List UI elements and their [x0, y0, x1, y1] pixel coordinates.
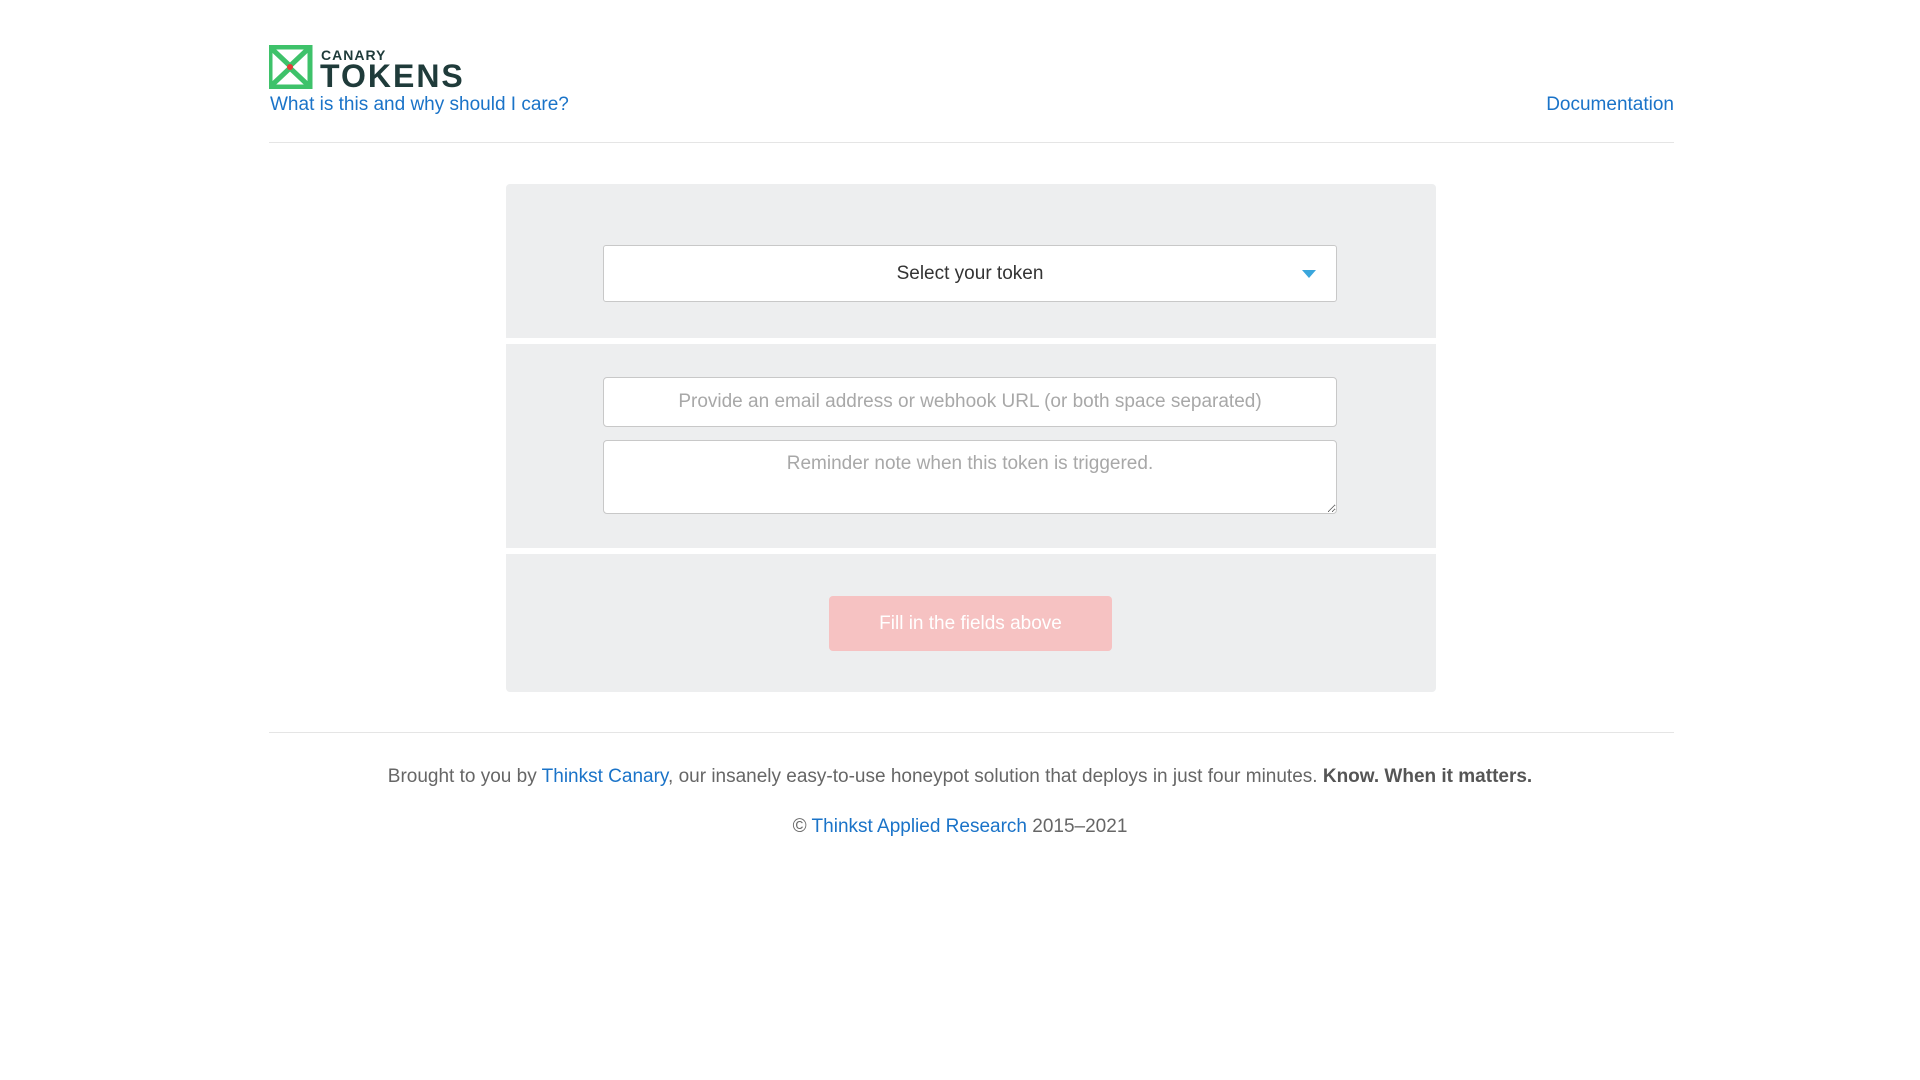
- create-token-button[interactable]: Fill in the fields above: [829, 596, 1112, 651]
- thinkst-applied-research-link[interactable]: Thinkst Applied Research: [812, 816, 1027, 837]
- caret-down-icon: [1302, 270, 1316, 278]
- token-select-value: Select your token: [896, 262, 1044, 284]
- copyright-symbol: ©: [792, 816, 812, 837]
- footer-credits: Brought to you by Thinkst Canary, our in…: [0, 766, 1920, 788]
- section-divider: [506, 338, 1436, 344]
- header: CANARY TOKENS What is this and why shoul…: [269, 40, 1674, 143]
- token-form-card: Select your token Fill in the fields abo…: [506, 184, 1436, 692]
- what-is-this-link[interactable]: What is this and why should I care?: [270, 94, 569, 116]
- footer-tagline: Know. When it matters.: [1322, 766, 1533, 787]
- canary-tokens-logo[interactable]: CANARY TOKENS: [269, 45, 514, 89]
- reminder-note-textarea[interactable]: [603, 440, 1337, 514]
- token-type-select[interactable]: Select your token: [603, 245, 1337, 302]
- logo-big-text: TOKENS: [320, 58, 465, 89]
- footer-divider: [269, 732, 1674, 733]
- email-webhook-input[interactable]: [603, 377, 1337, 427]
- documentation-link[interactable]: Documentation: [1546, 94, 1674, 116]
- footer-copyright: © Thinkst Applied Research 2015–2021: [0, 816, 1920, 838]
- footer-brought-middle: , our insanely easy-to-use honeypot solu…: [668, 766, 1323, 787]
- section-divider: [506, 548, 1436, 554]
- canary-tokens-logo-icon: [269, 45, 313, 89]
- page: CANARY TOKENS What is this and why shoul…: [0, 0, 1920, 1080]
- thinkst-canary-link[interactable]: Thinkst Canary: [542, 766, 668, 787]
- copyright-years: 2015–2021: [1027, 816, 1128, 837]
- footer-brought-prefix: Brought to you by: [387, 766, 542, 787]
